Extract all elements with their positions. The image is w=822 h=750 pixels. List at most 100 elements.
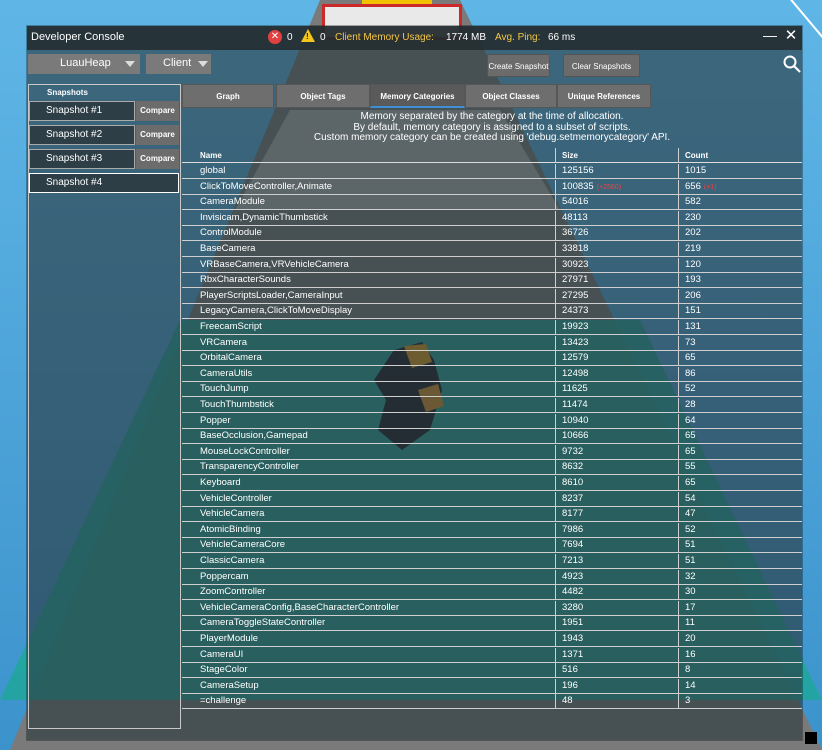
heap-type-dropdown[interactable]: LuauHeap (28, 54, 140, 74)
row-count-value: 65 (685, 477, 696, 488)
table-row[interactable]: CameraModule54016582 (182, 195, 802, 210)
compare-button[interactable]: Compare (136, 125, 179, 145)
minimize-button[interactable]: — (763, 30, 777, 44)
row-name: CameraUtils (200, 368, 252, 379)
table-row[interactable]: TouchJump1162552 (182, 382, 802, 397)
table-row[interactable]: =challenge483 (182, 694, 802, 709)
table-row[interactable]: VehicleCameraCore769451 (182, 538, 802, 553)
tab-memory-categories[interactable]: Memory Categories (370, 84, 465, 108)
table-row[interactable]: ClickToMoveController,Animate100835(+256… (182, 180, 802, 195)
row-size: 12498 (562, 368, 588, 379)
row-count-value: 14 (685, 680, 696, 691)
clear-snapshots-button[interactable]: Clear Snapshots (563, 54, 640, 77)
snapshot-row[interactable]: Snapshot #1 Compare (29, 101, 179, 121)
table-row[interactable]: Poppercam492332 (182, 570, 802, 585)
row-count-value: 51 (685, 539, 696, 550)
row-size: 1951 (562, 617, 583, 628)
row-size: 10666 (562, 430, 588, 441)
row-count: 656(+1) (685, 181, 717, 192)
snapshot-row[interactable]: Snapshot #3 Compare (29, 149, 179, 169)
table-row[interactable]: CameraSetup19614 (182, 679, 802, 694)
tab-graph[interactable]: Graph (182, 84, 274, 108)
table-row[interactable]: Invisicam,DynamicThumbstick48113230 (182, 211, 802, 226)
column-header-size[interactable]: Size (562, 151, 578, 160)
table-row[interactable]: AtomicBinding798652 (182, 523, 802, 538)
row-name: PlayerScriptsLoader,CameraInput (200, 290, 343, 301)
row-size: 516 (562, 664, 578, 675)
table-row[interactable]: global1251561015 (182, 164, 802, 179)
memory-categories-info: Memory separated by the category at the … (183, 112, 801, 144)
row-count: 32 (685, 571, 696, 582)
row-count: 73 (685, 337, 696, 348)
table-row[interactable]: VehicleCamera817747 (182, 507, 802, 522)
table-row[interactable]: VRCamera 13423 73 (182, 336, 802, 351)
table-row[interactable]: FreecamScript19923131 (182, 320, 802, 335)
row-size: 13423 (562, 337, 588, 348)
row-count: 151 (685, 305, 701, 316)
row-name: PlayerModule (200, 633, 258, 644)
compare-button[interactable]: Compare (136, 149, 179, 169)
table-row[interactable]: VehicleCameraConfig,BaseCharacterControl… (182, 601, 802, 616)
row-name: CameraModule (200, 196, 265, 207)
row-size-value: 36726 (562, 227, 588, 238)
row-size: 8177 (562, 508, 583, 519)
row-name: VRCamera (200, 337, 247, 348)
snapshot-label[interactable]: Snapshot #4 (29, 173, 179, 193)
column-header-name[interactable]: Name (200, 151, 222, 160)
table-row[interactable]: ControlModule36726202 (182, 226, 802, 241)
memory-usage-value: 1774 MB (446, 32, 486, 43)
row-size: 8632 (562, 461, 583, 472)
snapshot-row-selected[interactable]: Snapshot #4 (29, 173, 179, 193)
column-header-count[interactable]: Count (685, 151, 708, 160)
tab-object-tags[interactable]: Object Tags (276, 84, 370, 108)
row-count-value: 582 (685, 196, 701, 207)
table-row[interactable]: MouseLockController973265 (182, 445, 802, 460)
row-size-value: 3280 (562, 602, 583, 613)
table-row[interactable]: Popper1094064 (182, 414, 802, 429)
row-size: 7986 (562, 524, 583, 535)
row-size: 1371 (562, 649, 583, 660)
table-row[interactable]: VehicleController823754 (182, 492, 802, 507)
table-row[interactable]: VRBaseCamera,VRVehicleCamera30923120 (182, 258, 802, 273)
info-line: Custom memory category can be created us… (183, 133, 801, 144)
table-row[interactable]: RbxCharacterSounds27971193 (182, 273, 802, 288)
table-row[interactable]: TransparencyController863255 (182, 460, 802, 475)
table-row[interactable]: OrbitalCamera1257965 (182, 351, 802, 366)
table-row[interactable]: CameraUI137116 (182, 648, 802, 663)
snapshot-label[interactable]: Snapshot #2 (29, 125, 135, 145)
snapshot-row[interactable]: Snapshot #2 Compare (29, 125, 179, 145)
table-row[interactable]: PlayerScriptsLoader,CameraInput27295206 (182, 289, 802, 304)
table-row[interactable]: LegacyCamera,ClickToMoveDisplay24373151 (182, 304, 802, 319)
snapshot-label[interactable]: Snapshot #1 (29, 101, 135, 121)
table-row[interactable]: TouchThumbstick1147428 (182, 398, 802, 413)
table-row[interactable]: StageColor5168 (182, 663, 802, 678)
row-count: 11 (685, 617, 695, 628)
table-row[interactable]: PlayerModule194320 (182, 632, 802, 647)
table-row[interactable]: ZoomController448230 (182, 585, 802, 600)
table-row[interactable]: BaseOcclusion,Gamepad1066665 (182, 429, 802, 444)
row-count-value: 16 (685, 649, 696, 660)
row-size: 27971 (562, 274, 588, 285)
compare-button[interactable]: Compare (136, 101, 179, 121)
tab-object-classes[interactable]: Object Classes (465, 84, 557, 108)
row-count-value: 1015 (685, 165, 706, 176)
row-size-value: 10666 (562, 430, 588, 441)
row-size-value: 1943 (562, 633, 583, 644)
snapshot-label[interactable]: Snapshot #3 (29, 149, 135, 169)
context-dropdown[interactable]: Client (146, 54, 211, 74)
search-icon[interactable] (783, 55, 801, 73)
table-row[interactable]: BaseCamera33818219 (182, 242, 802, 257)
row-size-value: 196 (562, 680, 578, 691)
error-icon[interactable]: ✕ (268, 30, 282, 44)
table-row[interactable]: Keyboard861065 (182, 476, 802, 491)
row-size-value: 11625 (562, 383, 588, 394)
close-button[interactable]: ✕ (784, 29, 798, 43)
table-row[interactable]: CameraToggleStateController195111 (182, 616, 802, 631)
table-row[interactable]: CameraUtils1249886 (182, 367, 802, 382)
row-size: 3280 (562, 602, 583, 613)
table-row[interactable]: ClassicCamera721351 (182, 554, 802, 569)
row-count-value: 219 (685, 243, 701, 254)
row-count-value: 64 (685, 415, 696, 426)
create-snapshot-button[interactable]: Create Snapshot (487, 54, 550, 77)
tab-unique-references[interactable]: Unique References (557, 84, 651, 108)
